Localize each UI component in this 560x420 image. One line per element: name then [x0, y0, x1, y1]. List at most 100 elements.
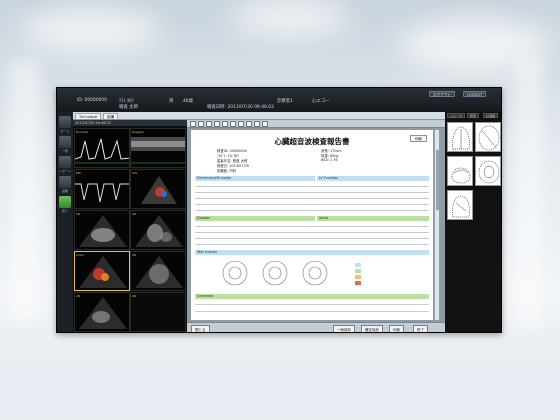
section-header: Comment	[195, 294, 429, 299]
sidebar-item-label: 一覧	[61, 149, 68, 153]
patient-name: 検査 太郎	[119, 105, 138, 110]
color-doppler-image	[141, 176, 177, 204]
home-icon[interactable]	[59, 116, 71, 128]
thumbnail[interactable]: M-mode	[74, 128, 130, 168]
table-row	[195, 198, 429, 199]
section-header: Dimension(M-mode)	[195, 176, 315, 181]
patient-sex: 男	[169, 99, 174, 104]
toolbar-button[interactable]	[238, 121, 244, 127]
echo-image	[131, 293, 185, 331]
table-row	[195, 244, 429, 245]
heart-schema[interactable]	[447, 122, 473, 152]
sidebar-item-label: ホーム	[60, 129, 70, 133]
thumbnail[interactable]: PW	[74, 169, 130, 209]
report-field: BSA: 1.76	[321, 158, 338, 162]
heart-schema[interactable]	[475, 122, 501, 152]
tab-findings[interactable]: 所見	[467, 113, 480, 118]
section-header: Wall motion	[195, 250, 429, 255]
logout-en-button[interactable]: LOGOUT	[463, 91, 487, 97]
toolbar-button[interactable]	[246, 121, 252, 127]
table-row	[195, 232, 429, 233]
table-row	[195, 311, 429, 312]
toolbar-button[interactable]	[214, 121, 220, 127]
thumbnail-label: CW	[132, 171, 138, 175]
thumbnail[interactable]: Doppler	[130, 128, 186, 168]
close-button[interactable]: 閉じる	[191, 325, 210, 332]
report-toolbar	[187, 120, 445, 128]
echo-image	[79, 297, 127, 329]
echo-image	[135, 256, 183, 288]
section-header: Valve	[317, 216, 429, 221]
image-icon[interactable]	[59, 176, 71, 188]
print-footer-button[interactable]: 印刷	[389, 325, 404, 332]
logout-button[interactable]: ログアウト	[429, 91, 455, 97]
thumbnail-header: 2013/07/30 09:46:02	[73, 120, 187, 126]
thumbnail[interactable]: CW	[130, 169, 186, 209]
section-header: Doppler	[195, 216, 315, 221]
report-footer: 閉じる 一時保存 確定保存 印刷 終了	[187, 322, 445, 332]
thumbnail[interactable]: 2D	[74, 292, 130, 332]
thumbnail-label: 2D	[132, 253, 137, 257]
tab-measurements[interactable]: 計測値	[483, 113, 499, 118]
exam-room: 診察室1	[277, 99, 293, 104]
scrollbar-thumb[interactable]	[436, 150, 439, 210]
tab-secondary[interactable]: 認識	[103, 113, 119, 119]
thumbnail[interactable]: 2D	[130, 210, 186, 250]
exit-button[interactable]: 終了	[413, 325, 428, 332]
thumbnail[interactable]: Color	[74, 251, 130, 291]
color-doppler-image	[79, 256, 127, 288]
waveform-image	[75, 138, 129, 164]
sidebar: ホーム 一覧 レポート 画像 完了	[57, 112, 73, 332]
exam-datetime: 検査日時: 2013/07/30 09:46:02	[207, 105, 274, 110]
heart-schema[interactable]	[447, 156, 473, 186]
toolbar-button[interactable]	[206, 121, 212, 127]
patient-age: 46歳	[183, 99, 193, 104]
heart-schema[interactable]	[447, 190, 473, 220]
toolbar-button[interactable]	[198, 121, 204, 127]
toolbar-button[interactable]	[230, 121, 236, 127]
tab-primary[interactable]: Тестовый	[75, 113, 101, 119]
thumbnail[interactable]: 2D	[74, 210, 130, 250]
thumbnail-label: Color	[76, 253, 84, 257]
sidebar-item-label: レポート	[58, 169, 71, 173]
doppler-image	[75, 183, 129, 203]
report-field: 依頼医: 内科	[217, 169, 237, 173]
list-icon[interactable]	[59, 136, 71, 148]
section-header: LV Function	[317, 176, 429, 181]
background-light	[230, 0, 350, 35]
confirm-save-button[interactable]: 確定保存	[361, 325, 383, 332]
vertical-scrollbar[interactable]	[434, 130, 439, 320]
print-button[interactable]: 印刷	[409, 135, 427, 142]
report-icon[interactable]	[59, 156, 71, 168]
background-floor	[0, 320, 560, 420]
check-icon[interactable]	[59, 196, 71, 208]
heart-outline-icon	[478, 160, 500, 184]
thumbnail[interactable]: 2D	[130, 292, 186, 332]
background-pillar	[10, 60, 40, 320]
toolbar-button[interactable]	[222, 121, 228, 127]
tab-schema[interactable]: シェーマ	[447, 113, 466, 118]
sidebar-item-label: 画像	[61, 189, 68, 193]
table-row	[195, 226, 429, 227]
toolbar-button[interactable]	[190, 121, 196, 127]
temp-save-button[interactable]: 一時保存	[333, 325, 355, 332]
heart-schema[interactable]	[475, 156, 501, 186]
thumbnail-label: 2D	[132, 212, 137, 216]
heart-outline-icon	[452, 126, 470, 150]
heart-outline-icon	[451, 167, 471, 184]
heart-outline-icon	[452, 195, 470, 218]
image-thumbnail-panel: 2013/07/30 09:46:02 M-mode Doppler PW CW…	[73, 120, 187, 332]
thumbnail-label: 2D	[76, 212, 81, 216]
schema-panel: シェーマ 所見 計測値	[445, 112, 501, 332]
table-row	[195, 210, 429, 211]
thumbnail-label: M-mode	[76, 130, 89, 134]
thumbnail-label: Doppler	[132, 130, 144, 134]
background-light	[20, 10, 160, 50]
thumbnail[interactable]: 2D	[130, 251, 186, 291]
report-page: 心臓超音波検査報告書 印刷 検査ID: 00000000 ﾌﾘｶﾞﾅ: ﾃｽﾄ …	[191, 130, 433, 320]
table-row	[195, 192, 429, 193]
thumbnail-label: 2D	[132, 294, 137, 298]
doppler-image	[131, 137, 185, 164]
toolbar-button[interactable]	[254, 121, 260, 127]
toolbar-button[interactable]	[262, 121, 268, 127]
